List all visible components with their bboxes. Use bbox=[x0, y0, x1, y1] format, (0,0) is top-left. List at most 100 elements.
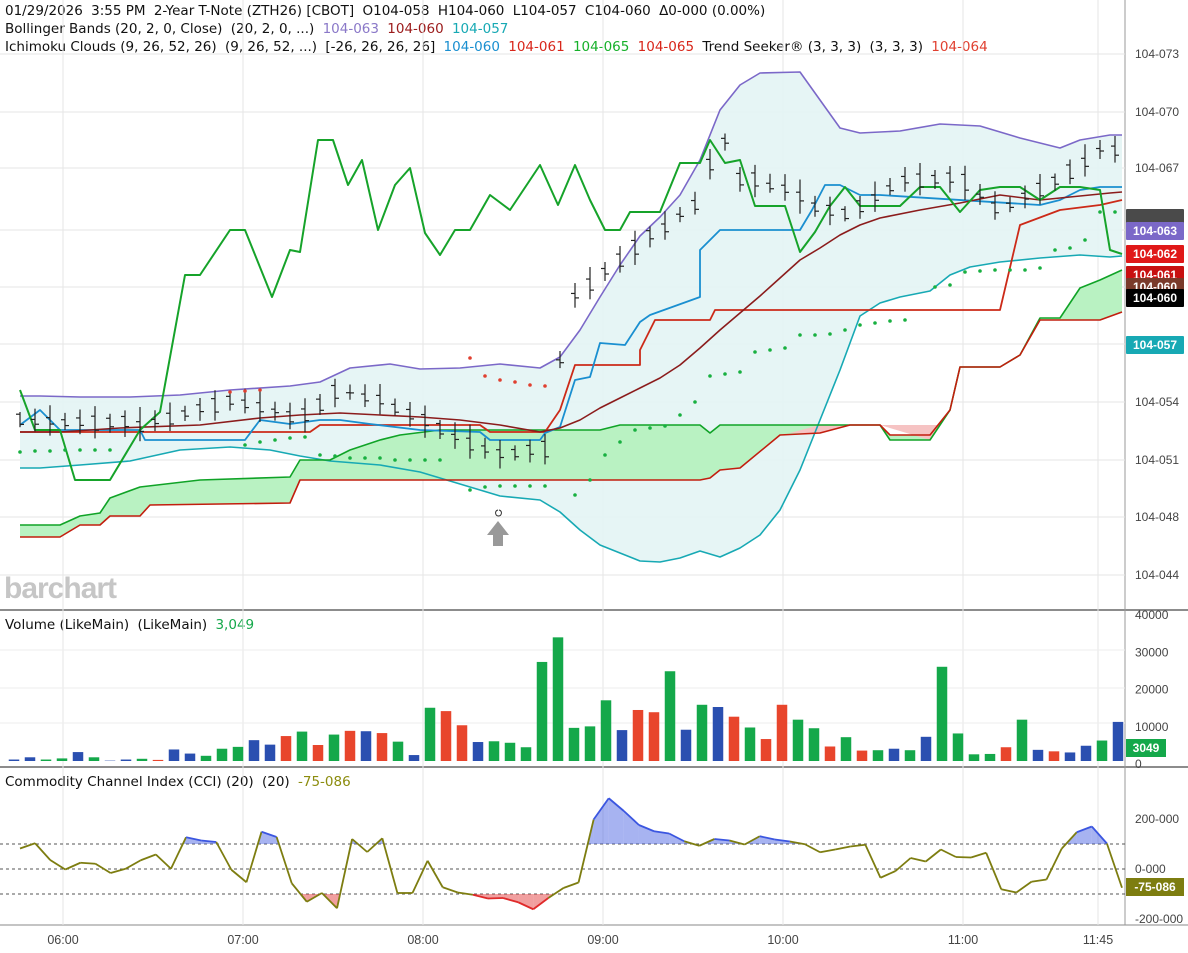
sar-dot-bullish bbox=[903, 318, 907, 322]
volume-bar bbox=[264, 744, 276, 761]
ohlc-bar bbox=[586, 267, 594, 300]
sar-dot-bearish bbox=[468, 356, 472, 360]
volume-bar bbox=[456, 725, 468, 761]
sar-dot-bullish bbox=[363, 456, 367, 460]
cci-line-segment bbox=[1031, 878, 1047, 883]
sar-dot-bullish bbox=[708, 374, 712, 378]
cci-line-segment bbox=[80, 861, 96, 865]
volume-bar bbox=[776, 704, 788, 761]
volume-bar bbox=[648, 712, 660, 761]
volume-bar bbox=[152, 759, 164, 761]
sar-dot-bullish bbox=[768, 348, 772, 352]
volume-bar bbox=[344, 730, 356, 761]
volume-bar bbox=[1032, 749, 1044, 761]
volume-bar bbox=[1000, 747, 1012, 761]
price-tag-label: 104-063 bbox=[1133, 224, 1177, 238]
sar-dot-bearish bbox=[513, 380, 517, 384]
cci-line-segment bbox=[110, 867, 126, 874]
volume-bar bbox=[24, 757, 36, 761]
volume-bar bbox=[1080, 745, 1092, 761]
cci-line-segment bbox=[34, 842, 51, 861]
cci-line-segment bbox=[291, 882, 308, 903]
cci-line-segment bbox=[245, 831, 263, 883]
cci-line-segment bbox=[366, 837, 383, 853]
cci-line-segment bbox=[835, 845, 851, 851]
sar-dot-bearish bbox=[498, 378, 502, 382]
volume-bar bbox=[488, 741, 500, 761]
price-chart[interactable]: 104-073 104-070 104-067 104-063 104-060 104-0… bbox=[0, 0, 1188, 953]
volume-bar bbox=[968, 754, 980, 761]
sar-dot-bullish bbox=[618, 440, 622, 444]
volume-bar bbox=[696, 704, 708, 761]
sar-dot-bullish bbox=[978, 269, 982, 273]
sar-dot-bearish bbox=[528, 383, 532, 387]
sar-dot-bullish bbox=[888, 319, 892, 323]
volume-bar bbox=[72, 752, 84, 761]
sar-dot-bullish bbox=[78, 448, 82, 452]
y-tick-label: 104-048 bbox=[1135, 510, 1179, 524]
volume-y-tick-label: 0 bbox=[1135, 757, 1142, 771]
sar-dot-bullish bbox=[873, 321, 877, 325]
sar-dot-bullish bbox=[1113, 210, 1117, 214]
volume-bar bbox=[760, 739, 772, 761]
sar-dot-bullish bbox=[108, 448, 112, 452]
sar-dot-bullish bbox=[783, 346, 787, 350]
volume-bar bbox=[680, 729, 692, 761]
volume-bar bbox=[296, 731, 308, 761]
signal-marker bbox=[495, 509, 502, 517]
volume-bar bbox=[184, 753, 196, 761]
volume-bar bbox=[616, 730, 628, 761]
volume-bar bbox=[168, 749, 180, 761]
cci-line-segment bbox=[1001, 888, 1017, 894]
sar-dot-bullish bbox=[798, 333, 802, 337]
sar-dot-bullish bbox=[588, 478, 592, 482]
volume-bar bbox=[840, 737, 852, 761]
sar-dot-bullish bbox=[648, 426, 652, 430]
sar-dot-bullish bbox=[843, 328, 847, 332]
sar-dot-bullish bbox=[438, 458, 442, 462]
sar-dot-bullish bbox=[18, 450, 22, 454]
sar-dot-bullish bbox=[348, 456, 352, 460]
x-tick-label: 11:45 bbox=[1083, 933, 1113, 947]
volume-bar bbox=[904, 750, 916, 761]
volume-bar bbox=[584, 726, 596, 761]
sar-dot-bullish bbox=[828, 332, 832, 336]
sar-dot-bullish bbox=[723, 372, 727, 376]
volume-bar bbox=[136, 758, 148, 761]
cci-line-segment bbox=[125, 859, 142, 870]
volume-bar bbox=[1064, 752, 1076, 761]
cci-line-segment bbox=[880, 870, 896, 879]
sar-dot-bullish bbox=[63, 448, 67, 452]
cci-line-segment bbox=[1106, 843, 1123, 889]
cci-line-segment bbox=[970, 851, 987, 859]
sar-dot-bullish bbox=[318, 453, 322, 457]
sar-dot-bullish bbox=[678, 413, 682, 417]
sar-dot-bullish bbox=[573, 493, 577, 497]
volume-bar bbox=[216, 748, 228, 761]
cci-line-segment bbox=[426, 860, 444, 888]
sar-dot-bullish bbox=[963, 270, 967, 274]
volume-bar bbox=[392, 741, 404, 761]
volume-bar bbox=[872, 750, 884, 761]
sar-dot-bullish bbox=[1098, 210, 1102, 214]
volume-bar bbox=[248, 740, 260, 761]
cci-line-segment bbox=[442, 886, 459, 894]
sar-dot-bullish bbox=[693, 400, 697, 404]
sar-dot-bullish bbox=[258, 440, 262, 444]
sar-dot-bullish bbox=[468, 488, 472, 492]
cci-line-segment bbox=[155, 853, 172, 870]
sar-dot-bullish bbox=[753, 350, 757, 354]
volume-bar bbox=[792, 719, 804, 761]
volume-bar bbox=[1096, 740, 1108, 761]
sar-dot-bullish bbox=[33, 449, 37, 453]
sar-dot-bullish bbox=[483, 485, 487, 489]
sar-dot-bullish bbox=[1068, 246, 1072, 250]
volume-bar bbox=[520, 747, 532, 761]
cci-line-segment bbox=[336, 838, 353, 909]
cci-line-segment bbox=[64, 861, 81, 871]
volume-bar bbox=[232, 746, 244, 761]
volume-bar bbox=[536, 661, 548, 761]
sar-dot-bullish bbox=[813, 333, 817, 337]
sar-dot-bullish bbox=[423, 458, 427, 462]
cci-oversold-fill bbox=[518, 894, 534, 910]
